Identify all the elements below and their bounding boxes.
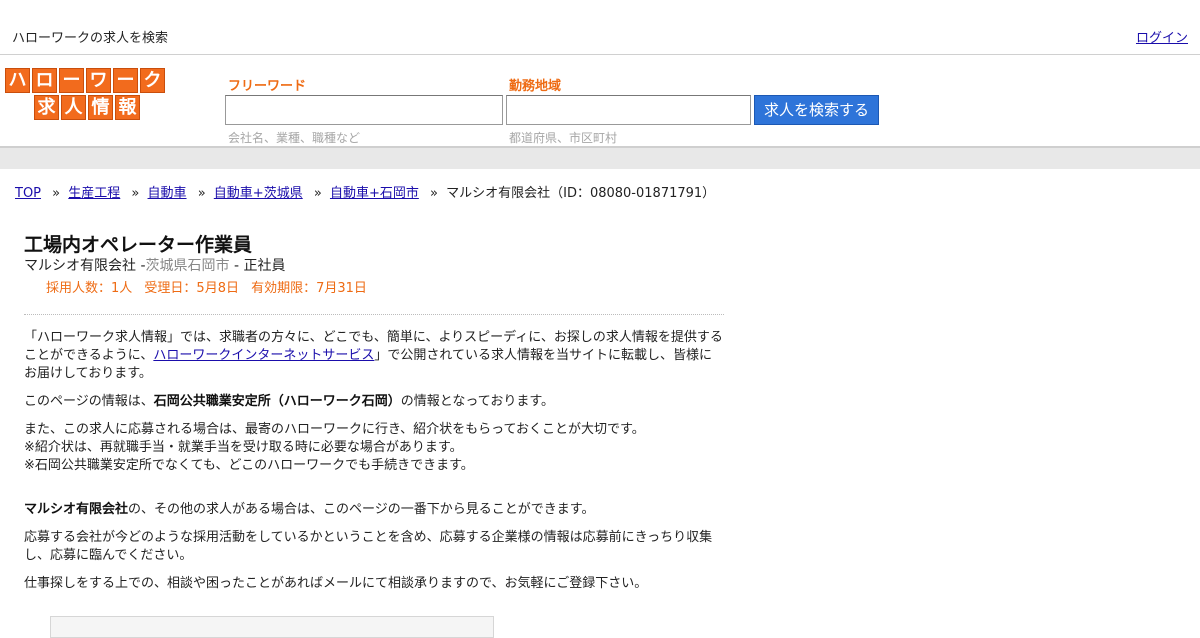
company-name-bold: マルシオ有限会社 — [24, 502, 129, 517]
divider — [24, 314, 724, 315]
hellowork-internet-link[interactable]: ハローワークインターネットサービス — [153, 348, 374, 363]
breadcrumb-top[interactable]: TOP — [15, 186, 41, 201]
logo-char: ク — [140, 68, 165, 93]
logo-char: 人 — [61, 95, 86, 120]
logo-char: 報 — [115, 95, 140, 120]
hire-count: 採用人数：1人 — [46, 281, 133, 296]
logo-char: ロ — [32, 68, 57, 93]
logo-char: 求 — [34, 95, 59, 120]
logo-char: ワ — [86, 68, 111, 93]
site-logo[interactable]: ハ ロ ー ワ ー ク 求 人 情 報 — [5, 68, 165, 122]
job-detail: 工場内オペレーター作業員 マルシオ有限会社 -茨城県石岡市 - 正社員 採用人数… — [24, 232, 724, 603]
site-title: ハローワークの求人を検索 — [12, 31, 169, 46]
search-button[interactable]: 求人を検索する — [754, 95, 879, 125]
breadcrumb-separator: » — [430, 186, 438, 201]
freeword-label: フリーワード — [228, 79, 307, 94]
expiry-date: 有効期限：7月31日 — [251, 281, 367, 296]
job-title: 工場内オペレーター作業員 — [24, 234, 253, 256]
logo-char: ー — [113, 68, 138, 93]
breadcrumb-separator: » — [197, 186, 206, 201]
area-input[interactable] — [506, 95, 751, 125]
referral-paragraph: また、この求人に応募される場合は、最寄のハローワークに行き、紹介状をもらっておく… — [24, 421, 724, 475]
area-hint: 都道府県、市区町村 — [509, 131, 618, 145]
source-paragraph: このページの情報は、石岡公共職業安定所（ハローワーク石岡）の情報となっております… — [24, 393, 724, 411]
received-date: 受理日：5月8日 — [144, 281, 239, 296]
breadcrumb-item[interactable]: 自動車+茨城県 — [214, 186, 303, 201]
logo-char: 情 — [88, 95, 113, 120]
intro-paragraph: 「ハローワーク求人情報」では、求職者の方々に、どこでも、簡単に、よりスピーディに… — [24, 329, 724, 383]
job-subtitle: マルシオ有限会社 -茨城県石岡市 - 正社員 — [24, 258, 724, 274]
advice-paragraph: 応募する会社が今どのような採用活動をしているかということを含め、応募する企業様の… — [24, 530, 713, 563]
source-text: このページの情報は、 — [24, 394, 154, 409]
other-jobs-paragraph: マルシオ有限会社の、その他の求人がある場合は、このページの一番下から見ることがで… — [24, 501, 724, 519]
breadcrumb-separator: » — [313, 186, 322, 201]
referral-line: ※石岡公共職業安定所でなくても、どこのハローワークでも手続きできます。 — [24, 458, 474, 473]
other-jobs-text: の、その他の求人がある場合は、このページの一番下から見ることができます。 — [128, 502, 595, 517]
office-name: 石岡公共職業安定所（ハローワーク石岡） — [153, 394, 401, 409]
referral-line: また、この求人に応募される場合は、最寄のハローワークに行き、紹介状をもらっておく… — [24, 422, 645, 437]
breadcrumb-item[interactable]: 自動車+石岡市 — [330, 186, 419, 201]
bottom-panel — [50, 616, 494, 638]
freeword-hint: 会社名、業種、職種など — [228, 131, 361, 145]
top-bar: ハローワークの求人を検索 ログイン — [0, 0, 1200, 55]
header-band — [0, 148, 1200, 169]
area-label: 勤務地域 — [509, 79, 562, 94]
employment-type: 正社員 — [243, 258, 286, 274]
breadcrumb-current: マルシオ有限会社（ID：08080-01871791） — [446, 186, 716, 201]
search-header: ハ ロ ー ワ ー ク 求 人 情 報 フリーワード 会社名、業種、職種など 勤… — [0, 55, 1200, 148]
breadcrumb-item[interactable]: 生産工程 — [68, 186, 120, 201]
login-link[interactable]: ログイン — [1136, 27, 1188, 46]
source-text: の情報となっております。 — [400, 394, 555, 409]
breadcrumb-item[interactable]: 自動車 — [148, 186, 187, 201]
freeword-input[interactable] — [225, 95, 503, 125]
company-name: マルシオ有限会社 — [24, 258, 136, 274]
subtitle-dash: - — [233, 258, 240, 274]
breadcrumb-separator: » — [52, 186, 61, 201]
referral-line: ※紹介状は、再就職手当・就業手当を受け取る時に必要な場合があります。 — [24, 440, 463, 455]
job-location: 茨城県石岡市 — [145, 258, 230, 274]
consult-paragraph: 仕事探しをする上での、相談や困ったことがあればメールにて相談承りますので、お気軽… — [24, 576, 648, 591]
job-meta: 採用人数：1人 受理日：5月8日 有効期限：7月31日 — [46, 277, 724, 296]
logo-char: ー — [59, 68, 84, 93]
breadcrumb: TOP » 生産工程 » 自動車 » 自動車+茨城県 » 自動車+石岡市 » マ… — [15, 182, 715, 201]
breadcrumb-separator: » — [131, 186, 140, 201]
logo-char: ハ — [5, 68, 30, 93]
